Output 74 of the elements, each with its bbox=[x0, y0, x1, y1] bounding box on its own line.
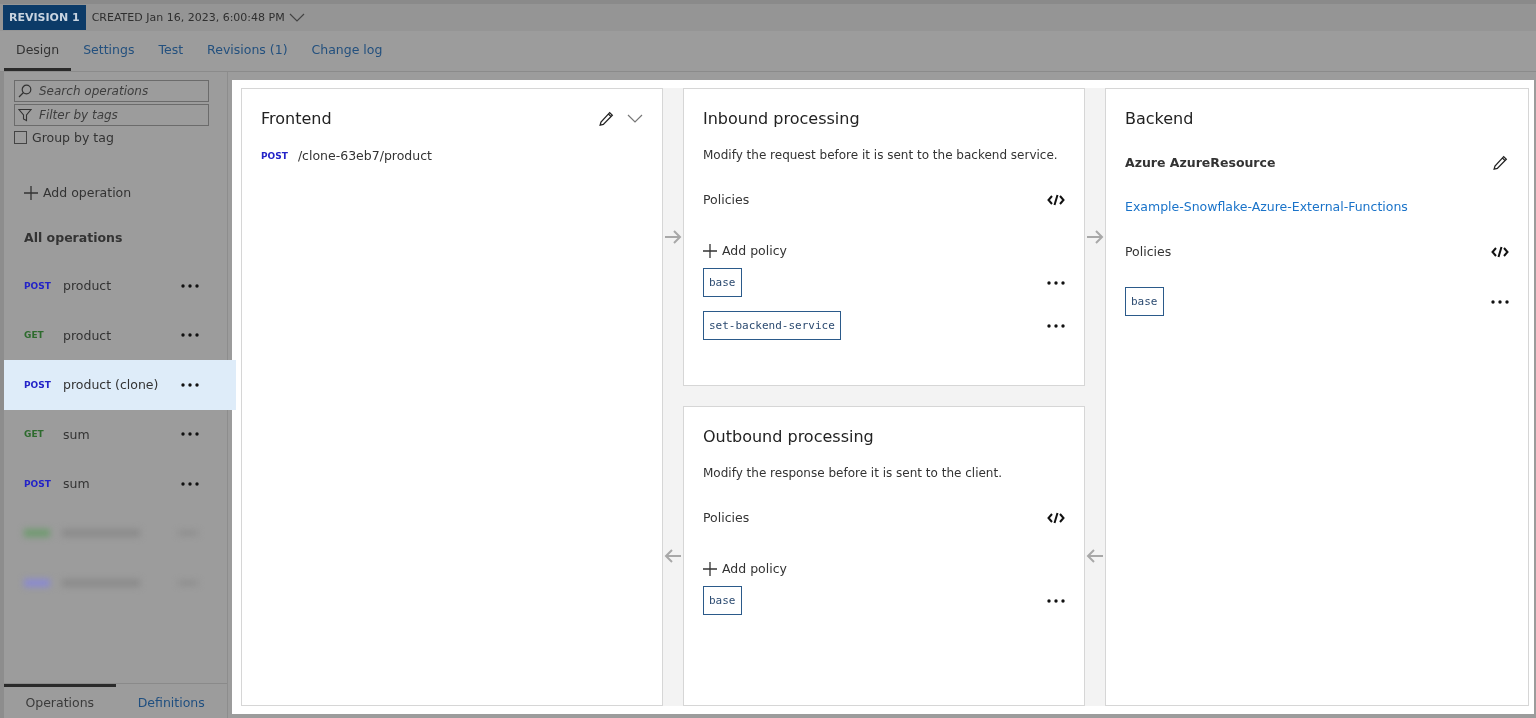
method-label: POST bbox=[24, 280, 52, 291]
right-arrow-icon bbox=[1086, 230, 1104, 244]
card-description: Modify the request before it is sent to the backend service. bbox=[703, 148, 1059, 162]
left-arrow-icon bbox=[664, 549, 682, 563]
more-icon[interactable] bbox=[1047, 323, 1065, 328]
tab[interactable]: Settings bbox=[71, 31, 147, 71]
operation-item[interactable]: GET product bbox=[4, 310, 236, 360]
created-date: CREATED Jan 16, 2023, 6:00:48 PM bbox=[91, 11, 285, 24]
code-icon[interactable] bbox=[1047, 192, 1065, 207]
plus-icon bbox=[703, 243, 717, 258]
policies-label: Policies bbox=[1125, 244, 1172, 259]
method-label: GET bbox=[24, 429, 45, 440]
tab[interactable]: Change log bbox=[299, 31, 395, 71]
policy-chip[interactable]: set-backend-service bbox=[703, 311, 841, 340]
more-icon[interactable] bbox=[1047, 598, 1065, 603]
more-icon[interactable] bbox=[181, 481, 199, 486]
more-icon[interactable] bbox=[1047, 280, 1065, 285]
operation-item[interactable]: POST product bbox=[4, 261, 236, 311]
more-icon[interactable] bbox=[181, 382, 199, 387]
search-icon bbox=[18, 84, 32, 98]
operation-name: product bbox=[63, 278, 113, 294]
add-operation-button[interactable]: Add operation bbox=[24, 185, 132, 200]
method-label: POST bbox=[261, 150, 288, 161]
operation-item[interactable]: POST sum bbox=[4, 459, 236, 509]
tab[interactable]: Definitions bbox=[115, 684, 227, 718]
code-icon[interactable] bbox=[1491, 244, 1509, 259]
add-policy-button[interactable]: Add policy bbox=[703, 243, 787, 258]
filter-icon bbox=[18, 108, 32, 122]
left-arrow-icon bbox=[1086, 549, 1104, 563]
operation-path: /clone-63eb7/product bbox=[297, 148, 432, 163]
pencil-icon[interactable] bbox=[598, 110, 615, 127]
revision-badge: REVISION 1 bbox=[3, 5, 86, 30]
card-title: Frontend bbox=[261, 109, 332, 128]
add-policy-button[interactable]: Add policy bbox=[703, 561, 787, 576]
policy-chip[interactable]: base bbox=[1125, 287, 1164, 316]
operation-name: sum bbox=[63, 476, 91, 492]
section-heading: All operations bbox=[24, 230, 124, 245]
search-field[interactable]: Search operations bbox=[14, 80, 209, 102]
operation-item[interactable]: GET sum bbox=[4, 409, 236, 459]
policies-label: Policies bbox=[703, 192, 750, 207]
checkbox[interactable] bbox=[14, 131, 27, 144]
backend-service: Azure AzureResource bbox=[1125, 155, 1276, 170]
more-icon[interactable] bbox=[181, 283, 199, 288]
chevron-down-icon[interactable] bbox=[288, 13, 305, 22]
card-title: Backend bbox=[1125, 109, 1195, 128]
operation-item[interactable]: POST product (clone) bbox=[4, 360, 236, 410]
plus-icon bbox=[703, 561, 717, 576]
right-arrow-icon bbox=[664, 230, 682, 244]
code-icon[interactable] bbox=[1047, 510, 1065, 525]
operation-name: product bbox=[63, 327, 113, 343]
pencil-icon[interactable] bbox=[1492, 154, 1509, 171]
filter-field[interactable]: Filter by tags bbox=[14, 104, 209, 126]
method-label: POST bbox=[24, 379, 52, 390]
checkbox-label: Group by tag bbox=[32, 130, 114, 145]
tab[interactable]: Design bbox=[4, 31, 72, 71]
more-icon[interactable] bbox=[181, 432, 199, 437]
policy-chip[interactable]: base bbox=[703, 268, 742, 297]
policy-chip[interactable]: base bbox=[703, 586, 742, 615]
method-label: POST bbox=[24, 478, 52, 489]
operation-name: sum bbox=[63, 426, 91, 442]
tab[interactable]: Revisions (1) bbox=[195, 31, 300, 71]
policies-label: Policies bbox=[703, 510, 750, 525]
more-icon[interactable] bbox=[1491, 299, 1509, 304]
method-label: GET bbox=[24, 330, 45, 341]
card-title: Outbound processing bbox=[703, 427, 875, 446]
card-description: Modify the response before it is sent to the client. bbox=[703, 466, 1003, 480]
chevron-down-icon[interactable] bbox=[627, 114, 643, 123]
backend-link[interactable]: Example-Snowflake-Azure-External-Functions bbox=[1125, 199, 1509, 214]
plus-icon bbox=[24, 185, 38, 200]
operation-name: product (clone) bbox=[63, 377, 160, 393]
card-title: Inbound processing bbox=[703, 109, 861, 128]
more-icon[interactable] bbox=[181, 333, 199, 338]
tab[interactable]: Operations bbox=[4, 684, 116, 718]
tab[interactable]: Test bbox=[146, 31, 196, 71]
